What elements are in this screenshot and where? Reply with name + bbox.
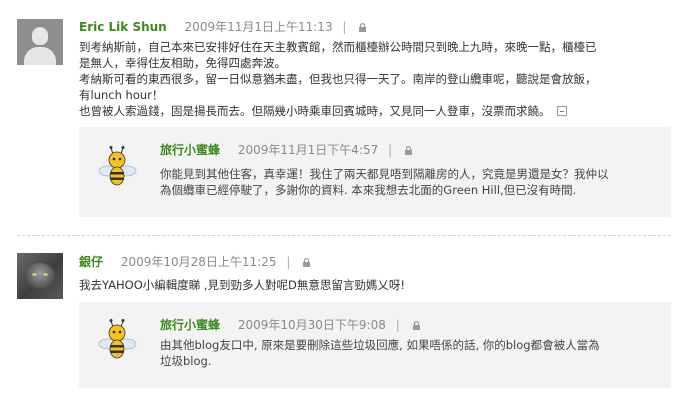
lock-icon[interactable] [412,321,421,330]
bee-mascot-icon [98,319,137,359]
reply-line: 由其他blog友口中, 原來是要刪除這些垃圾回應, 如果唔係的話, 你的blog… [160,338,600,352]
cat-photo-avatar-icon[interactable] [17,253,63,299]
comment-body: 我去YAHOO小編輯度睇 ,見到勁多人對呢D無意思留言勁媽乂呀! [79,277,679,293]
comment-line: 我去YAHOO小編輯度睇 ,見到勁多人對呢D無意思留言勁媽乂呀! [79,278,406,292]
meta-separator: | [286,255,291,269]
reply-author[interactable]: 旅行小蜜蜂 [160,318,220,332]
meta-separator: | [395,318,400,332]
reply-meta: 旅行小蜜蜂 2009年10月30日下午9:08 | [160,316,421,333]
lock-icon[interactable] [302,258,311,267]
comment-2: 銀仔 2009年10月28日上午11:25 | 我去YAHOO小編輯度睇 ,見到… [0,0,689,402]
comment-meta: 銀仔 2009年10月28日上午11:25 | [79,253,311,270]
reply-date: 2009年10月30日下午9:08 [237,318,386,332]
reply-body: 由其他blog友口中, 原來是要刪除這些垃圾回應, 如果唔係的話, 你的blog… [160,337,665,369]
reply-line: 垃圾blog. [160,354,212,368]
reply-box: 旅行小蜜蜂 2009年10月30日下午9:08 | 由其他blog友口中, 原來… [79,302,671,388]
comment-author[interactable]: 銀仔 [79,255,103,269]
comment-date: 2009年10月28日上午11:25 [120,255,277,269]
